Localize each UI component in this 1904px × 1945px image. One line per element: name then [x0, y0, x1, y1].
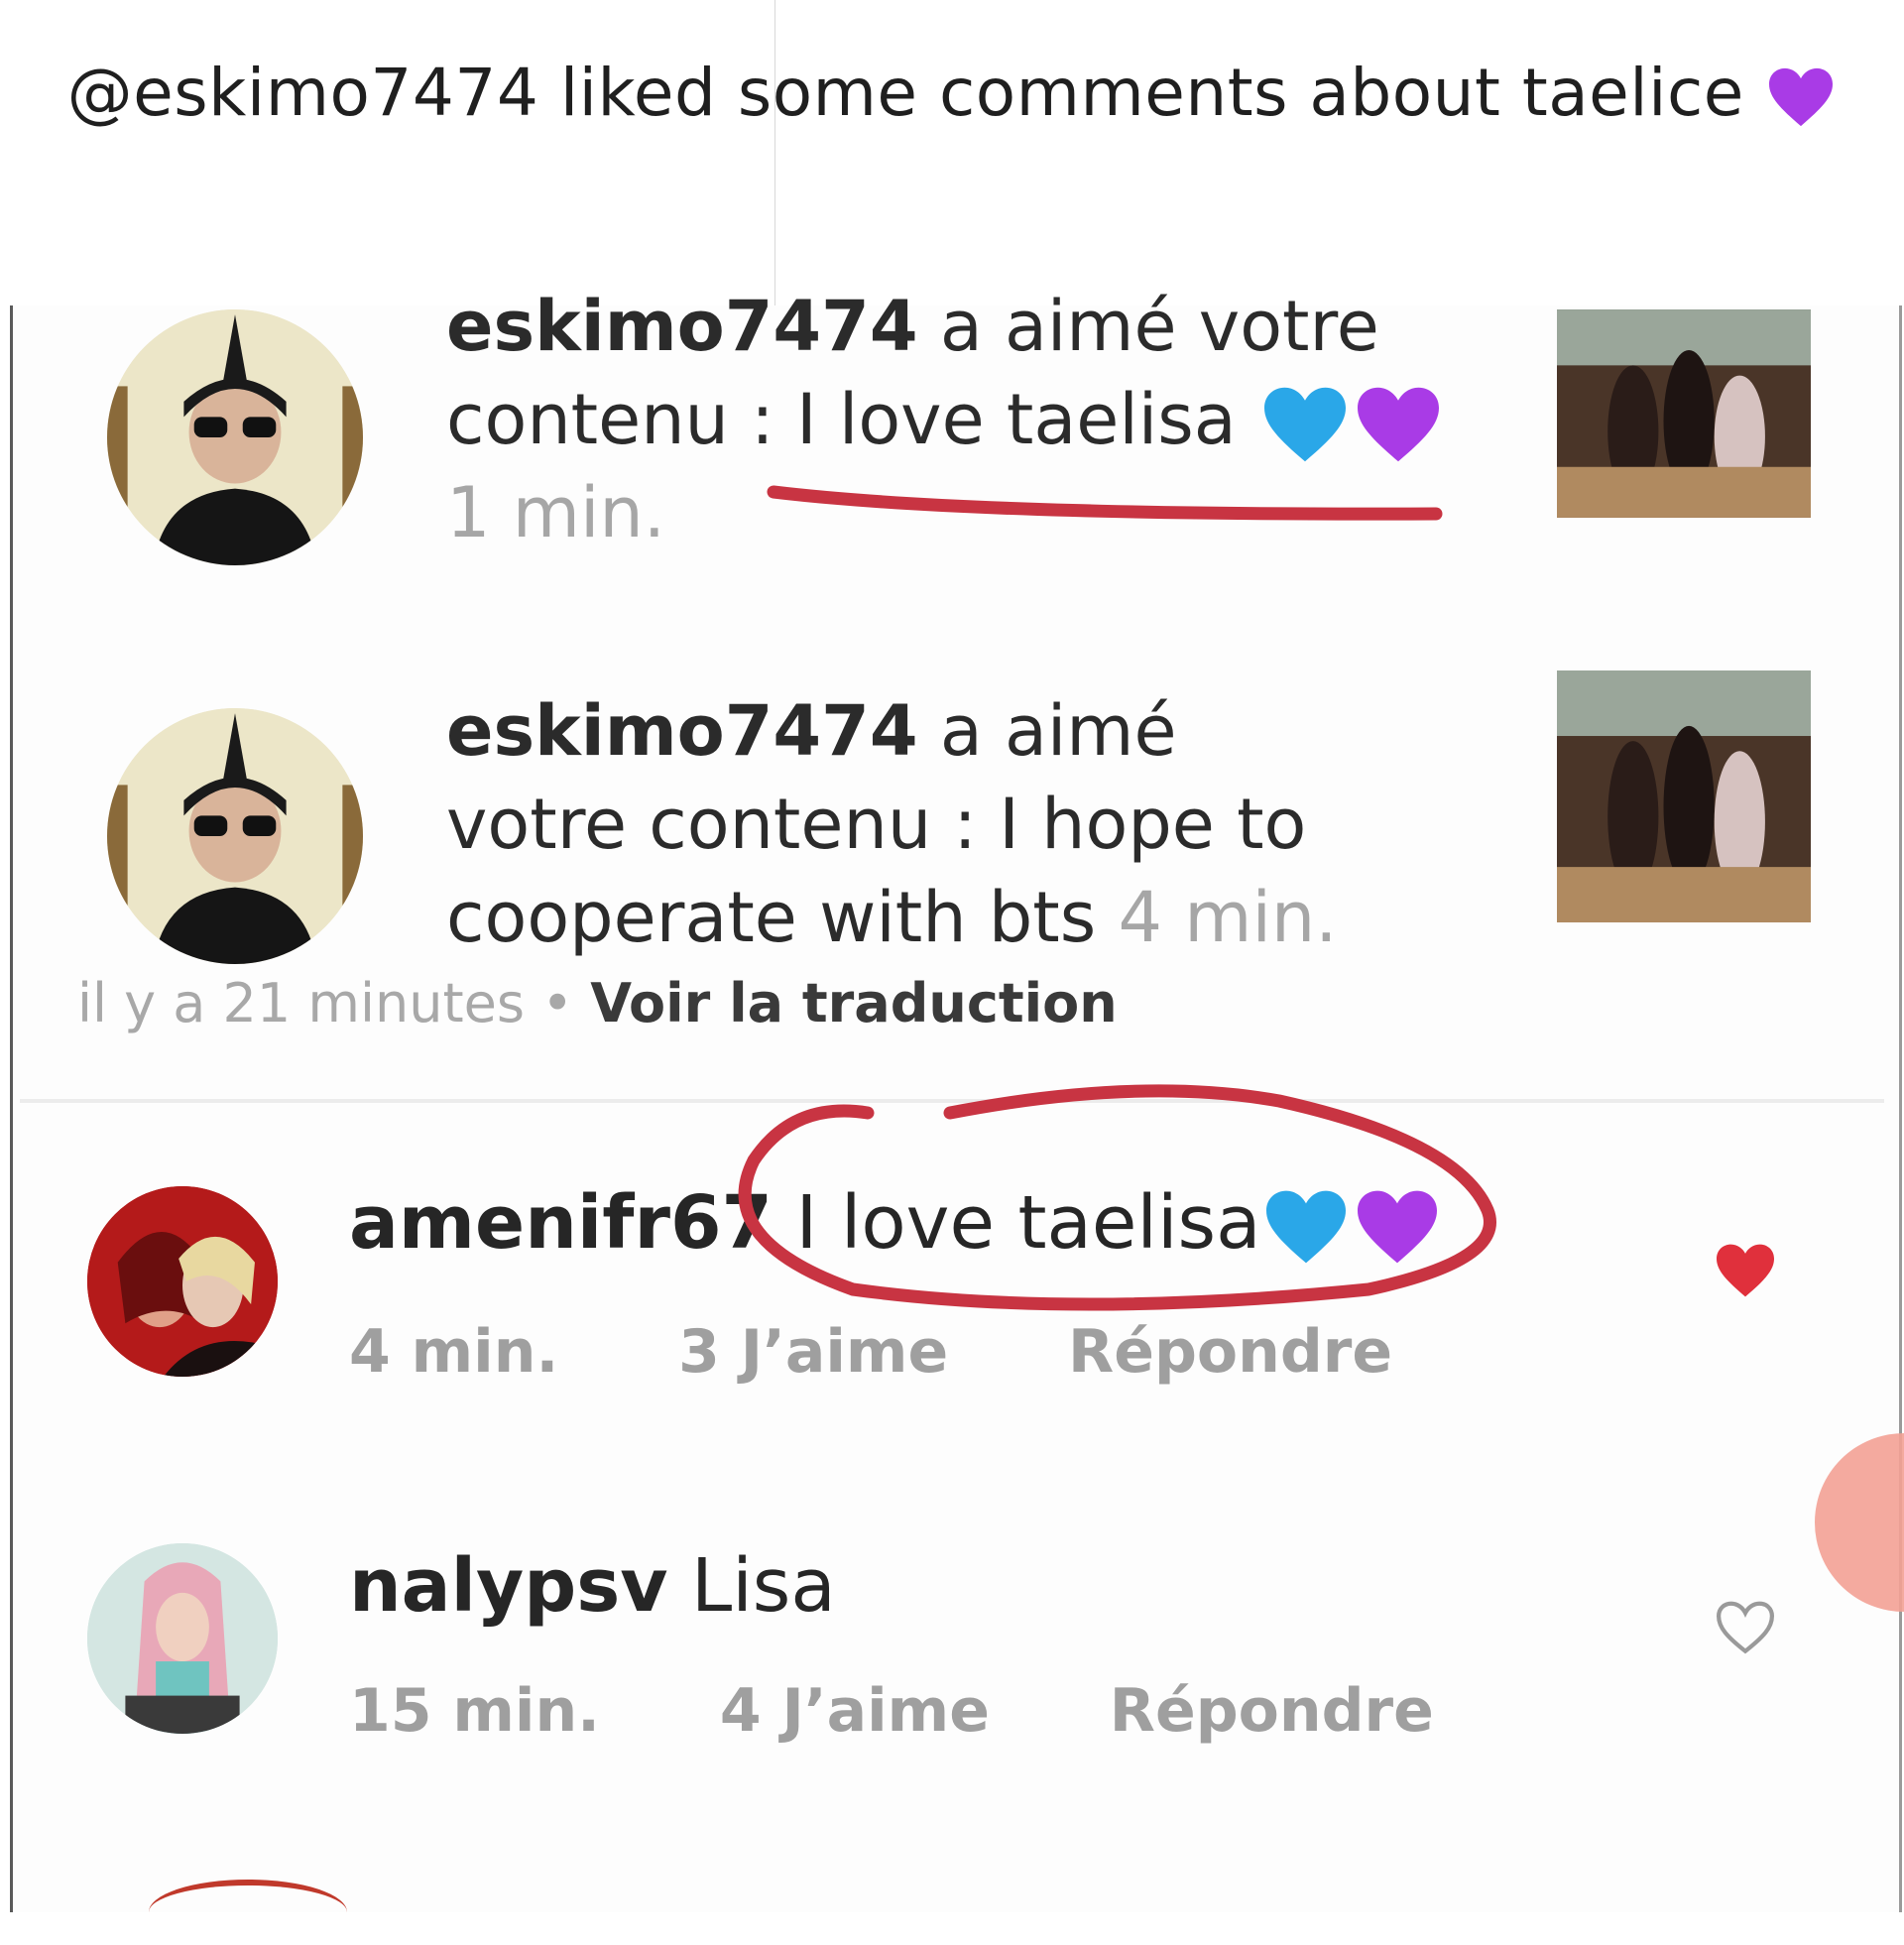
- notification-content: contenu : I love taelisa: [446, 379, 1237, 460]
- purple-heart-icon: [1358, 1191, 1438, 1264]
- avatar-eskimo7474[interactable]: [107, 309, 363, 565]
- purple-heart-icon: [1769, 67, 1834, 127]
- comment-actions: 4 min. 3 J’aime Répondre: [349, 1317, 1491, 1387]
- avatar-image: [107, 309, 363, 565]
- thumbnail-image: [1557, 670, 1811, 922]
- comment-like-count[interactable]: 3 J’aime: [678, 1317, 948, 1387]
- comment-1: amenifr67 I love taelisa: [349, 1180, 1443, 1267]
- purple-heart-icon: [1357, 387, 1439, 462]
- reply-button[interactable]: Répondre: [1110, 1676, 1434, 1746]
- post-thumbnail-2[interactable]: [1557, 670, 1811, 922]
- post-time-ago: il y a 21 minutes: [77, 972, 526, 1034]
- avatar-image: [87, 1543, 278, 1734]
- post-thumbnail-1[interactable]: [1557, 309, 1811, 518]
- avatar-amenifr67[interactable]: [87, 1186, 278, 1377]
- notification-action: a aimé: [939, 690, 1177, 772]
- heart-filled-icon[interactable]: [1712, 1242, 1779, 1299]
- meta-separator: •: [541, 972, 574, 1034]
- comment-time: 4 min.: [349, 1317, 559, 1387]
- comment-2: nalypsv Lisa: [349, 1543, 836, 1629]
- comment-like-count[interactable]: 4 J’aime: [720, 1676, 990, 1746]
- next-avatar-edge: [149, 1880, 347, 1945]
- comment-user[interactable]: nalypsv: [349, 1543, 667, 1629]
- blue-heart-icon: [1266, 1191, 1347, 1264]
- avatar-nalypsv[interactable]: [87, 1543, 278, 1734]
- notification-action: a aimé votre: [939, 286, 1379, 367]
- comment-text: Lisa: [691, 1543, 836, 1629]
- notification-content-end: cooperate with bts: [446, 877, 1097, 958]
- blue-heart-icon: [1263, 387, 1346, 462]
- comment-text: I love taelisa: [795, 1180, 1261, 1266]
- notification-text-1[interactable]: eskimo7474 a aimé votre contenu : I love…: [446, 280, 1445, 559]
- comment-time: 15 min.: [349, 1676, 600, 1746]
- comment-user[interactable]: amenifr67: [349, 1180, 773, 1266]
- notification-time: 4 min.: [1118, 877, 1338, 958]
- comment-actions: 15 min. 4 J’aime Répondre: [349, 1676, 1533, 1746]
- divider: [20, 1099, 1884, 1103]
- caption: @eskimo7474 liked some comments about ta…: [0, 55, 1904, 131]
- see-translation-link[interactable]: Voir la traduction: [590, 972, 1117, 1034]
- avatar-eskimo7474[interactable]: [107, 708, 363, 964]
- reply-button[interactable]: Répondre: [1068, 1317, 1392, 1387]
- notification-user[interactable]: eskimo7474: [446, 690, 918, 772]
- notification-content: votre contenu : I hope to: [446, 784, 1307, 865]
- caption-text: @eskimo7474 liked some comments about ta…: [66, 55, 1744, 131]
- heart-outline-icon[interactable]: [1712, 1599, 1779, 1656]
- notification-time: 1 min.: [446, 472, 666, 553]
- thumbnail-image: [1557, 309, 1811, 518]
- notification-user[interactable]: eskimo7474: [446, 286, 918, 367]
- avatar-image: [87, 1186, 278, 1377]
- post-meta: il y a 21 minutes • Voir la traduction: [77, 972, 1118, 1034]
- notification-text-2[interactable]: eskimo7474 a aimé votre contenu : I hope…: [446, 684, 1338, 964]
- avatar-image: [107, 708, 363, 964]
